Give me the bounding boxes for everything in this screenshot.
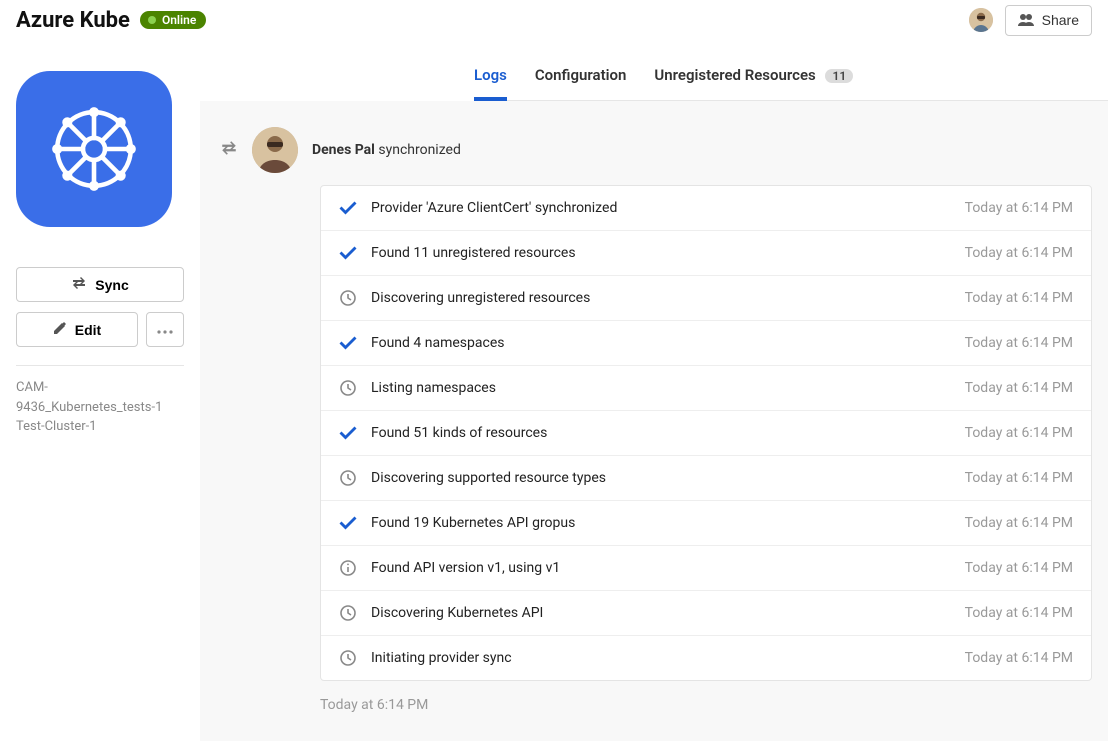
log-timestamp: Today at 6:14 PM (965, 650, 1073, 666)
tab-configuration[interactable]: Configuration (535, 60, 627, 100)
log-message: Found API version v1, using v1 (371, 560, 951, 576)
log-list: Provider 'Azure ClientCert' synchronized… (320, 185, 1092, 681)
status-label: Online (162, 13, 196, 27)
log-item[interactable]: Listing namespaces Today at 6:14 PM (321, 366, 1091, 411)
share-button[interactable]: Share (1005, 5, 1092, 36)
body-wrap: Sync Edit CAM-9436_Kubernetes_tests-1 (0, 101, 1108, 741)
log-message: Found 51 kinds of resources (371, 425, 951, 441)
clock-icon (339, 650, 357, 666)
log-item[interactable]: Found 19 Kubernetes API gropus Today at 6… (321, 501, 1091, 546)
log-item[interactable]: Found 4 namespaces Today at 6:14 PM (321, 321, 1091, 366)
log-timestamp: Today at 6:14 PM (965, 425, 1073, 441)
log-message: Found 11 unregistered resources (371, 245, 951, 261)
check-icon (339, 246, 357, 260)
log-message: Initiating provider sync (371, 650, 951, 666)
check-icon (339, 336, 357, 350)
sidebar-meta: CAM-9436_Kubernetes_tests-1 Test-Cluster… (16, 378, 184, 437)
log-timestamp: Today at 6:14 PM (965, 200, 1073, 216)
info-icon (339, 560, 357, 576)
log-item[interactable]: Initiating provider sync Today at 6:14 PM (321, 636, 1091, 680)
header-right: Share (969, 5, 1092, 36)
ellipsis-icon (157, 322, 173, 337)
sync-icon (71, 276, 87, 293)
sync-indicator-icon (220, 140, 238, 160)
actor-avatar[interactable] (252, 127, 298, 173)
footer-timestamp: Today at 6:14 PM (320, 697, 1092, 713)
clock-icon (339, 605, 357, 621)
log-message: Listing namespaces (371, 380, 951, 396)
edit-label: Edit (75, 322, 101, 338)
sidebar-buttons: Sync Edit (16, 267, 184, 347)
status-badge: Online (140, 11, 206, 29)
log-item[interactable]: Found 11 unregistered resources Today at … (321, 231, 1091, 276)
log-item[interactable]: Discovering supported resource types Toda… (321, 456, 1091, 501)
log-message: Found 19 Kubernetes API gropus (371, 515, 951, 531)
page-title: Azure Kube (16, 8, 130, 33)
log-timestamp: Today at 6:14 PM (965, 560, 1073, 576)
check-icon (339, 516, 357, 530)
log-timestamp: Today at 6:14 PM (965, 380, 1073, 396)
tab-logs[interactable]: Logs (474, 60, 507, 100)
log-item[interactable]: Found 51 kinds of resources Today at 6:14… (321, 411, 1091, 456)
sync-label: Sync (95, 277, 128, 293)
log-item[interactable]: Discovering unregistered resources Today … (321, 276, 1091, 321)
user-avatar[interactable] (969, 8, 993, 32)
status-dot-icon (148, 16, 156, 24)
log-timestamp: Today at 6:14 PM (965, 470, 1073, 486)
log-item[interactable]: Found API version v1, using v1 Today at 6… (321, 546, 1091, 591)
tab-unregistered-resources[interactable]: Unregistered Resources 11 (654, 60, 853, 100)
sidebar-divider (16, 365, 184, 366)
tab-logs-label: Logs (474, 66, 507, 84)
header-bar: Azure Kube Online Share (0, 0, 1108, 36)
sync-button[interactable]: Sync (16, 267, 184, 302)
pencil-icon (53, 321, 67, 338)
edit-row: Edit (16, 312, 184, 347)
event-action: synchronized (375, 142, 461, 158)
log-timestamp: Today at 6:14 PM (965, 245, 1073, 261)
check-icon (339, 426, 357, 440)
log-timestamp: Today at 6:14 PM (965, 605, 1073, 621)
log-timestamp: Today at 6:14 PM (965, 515, 1073, 531)
main-panel: Denes Pal synchronized Provider 'Azure C… (200, 101, 1108, 741)
sidebar: Sync Edit CAM-9436_Kubernetes_tests-1 (0, 71, 200, 437)
clock-icon (339, 380, 357, 396)
share-icon (1018, 12, 1034, 29)
kubernetes-icon (16, 71, 172, 227)
log-message: Discovering Kubernetes API (371, 605, 951, 621)
log-message: Discovering unregistered resources (371, 290, 951, 306)
log-message: Found 4 namespaces (371, 335, 951, 351)
event-title: Denes Pal synchronized (312, 142, 461, 158)
more-button[interactable] (146, 312, 184, 347)
event-header: Denes Pal synchronized (210, 127, 1092, 173)
header-left: Azure Kube Online (16, 8, 206, 33)
share-label: Share (1042, 12, 1079, 28)
log-message: Discovering supported resource types (371, 470, 951, 486)
tab-unregistered-count: 11 (825, 69, 853, 83)
log-item[interactable]: Discovering Kubernetes API Today at 6:14 … (321, 591, 1091, 636)
edit-button[interactable]: Edit (16, 312, 138, 347)
log-timestamp: Today at 6:14 PM (965, 290, 1073, 306)
clock-icon (339, 290, 357, 306)
meta-line-2: Test-Cluster-1 (16, 417, 184, 437)
log-timestamp: Today at 6:14 PM (965, 335, 1073, 351)
meta-line-1: CAM-9436_Kubernetes_tests-1 (16, 378, 184, 417)
clock-icon (339, 470, 357, 486)
tab-configuration-label: Configuration (535, 66, 627, 84)
check-icon (339, 201, 357, 215)
event-actor: Denes Pal (312, 142, 375, 158)
log-item[interactable]: Provider 'Azure ClientCert' synchronized… (321, 186, 1091, 231)
tab-unregistered-label: Unregistered Resources (654, 66, 815, 84)
log-message: Provider 'Azure ClientCert' synchronized (371, 200, 951, 216)
tabs-bar: Logs Configuration Unregistered Resource… (474, 36, 1108, 101)
